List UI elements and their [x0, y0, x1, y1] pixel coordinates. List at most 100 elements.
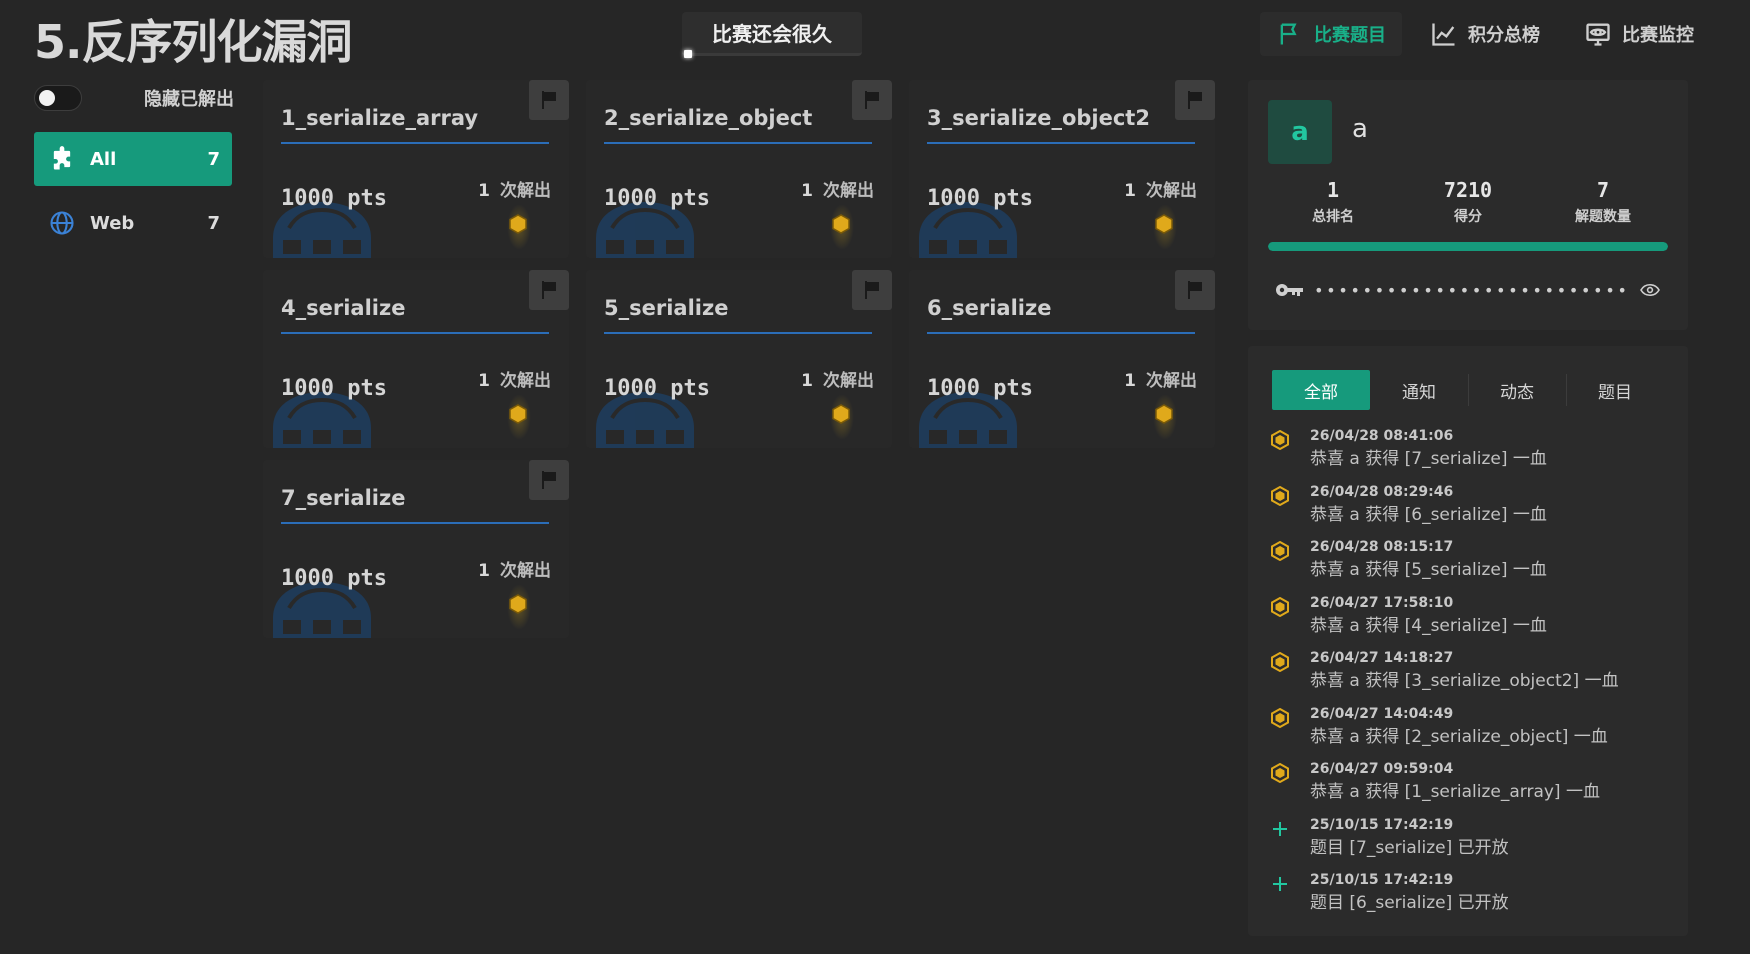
solve-count: 1 [1124, 371, 1136, 391]
tab-challenge[interactable]: 题目 [1566, 370, 1664, 410]
challenge-points: 1000 pts [604, 376, 710, 401]
challenge-card[interactable]: 7_serialize 1000 pts 1 次解出 [263, 460, 569, 638]
first-blood-icon [1271, 430, 1289, 450]
solve-progress-bar [1268, 242, 1668, 251]
nav-challenges[interactable]: 比赛题目 [1260, 12, 1402, 56]
toggle-knob [39, 90, 55, 106]
first-blood-medal-icon [1155, 404, 1173, 424]
challenge-solves: 1 次解出 [1124, 176, 1197, 201]
challenge-points: 1000 pts [927, 376, 1033, 401]
challenge-points: 1000 pts [604, 186, 710, 211]
category-all[interactable]: All 7 [34, 132, 232, 186]
event-message: 恭喜 a 获得 [5_serialize] 一血 [1310, 560, 1547, 580]
solve-label: 次解出 [1146, 371, 1197, 391]
challenge-name: 6_serialize [927, 296, 1195, 334]
stat-score-label: 得分 [1454, 209, 1482, 225]
category-web-label: Web [90, 212, 135, 234]
challenge-name: 5_serialize [604, 296, 872, 334]
event-message: 恭喜 a 获得 [6_serialize] 一血 [1310, 504, 1547, 525]
challenge-points: 1000 pts [927, 186, 1033, 211]
solve-label: 次解出 [1146, 181, 1197, 201]
solve-count: 1 [478, 561, 490, 581]
tab-activity[interactable]: 动态 [1468, 370, 1566, 410]
first-blood-medal-icon [509, 594, 527, 614]
team-token: •••••••••••••••••••••••••••••• [1314, 280, 1632, 300]
challenge-card[interactable]: 4_serialize 1000 pts 1 次解出 [263, 270, 569, 448]
puzzle-icon [53, 146, 71, 170]
event-time: 26/04/27 14:04:49 [1310, 705, 1454, 722]
stat-score: 7210 得分 [1413, 178, 1523, 226]
event-time: 26/04/28 08:29:46 [1310, 483, 1454, 500]
nav-scoreboard[interactable]: 积分总榜 [1414, 12, 1556, 56]
first-blood-icon [1271, 707, 1289, 728]
token-row: •••••••••••••••••••••••••••••• [1276, 278, 1660, 302]
event-item: 26/04/28 08:41:06 恭喜 a 获得 [7_serialize] 一… [1268, 426, 1678, 482]
challenge-points: 1000 pts [281, 186, 387, 211]
stat-solved-label: 解题数量 [1575, 209, 1631, 225]
eye-icon[interactable] [1640, 283, 1660, 297]
countdown-indicator [684, 50, 692, 58]
event-list: 26/04/28 08:41:06 恭喜 a 获得 [7_serialize] 一… [1268, 426, 1678, 926]
event-message: 恭喜 a 获得 [3_serialize_object2] 一血 [1310, 671, 1619, 691]
challenge-name: 7_serialize [281, 486, 549, 524]
event-time: 26/04/27 09:59:04 [1310, 761, 1454, 777]
challenge-card[interactable]: 6_serialize 1000 pts 1 次解出 [909, 270, 1215, 448]
notice-tabs: 全部 通知 动态 题目 [1272, 370, 1664, 410]
challenge-name: 2_serialize_object [604, 106, 872, 144]
hide-solved-toggle[interactable] [34, 85, 82, 111]
countdown-text: 比赛还会很久 [712, 22, 832, 46]
challenge-card[interactable]: 1_serialize_array 1000 pts 1 次解出 [263, 80, 569, 258]
first-blood-icon [1271, 485, 1289, 506]
event-message: 恭喜 a 获得 [7_serialize] 一血 [1310, 449, 1547, 469]
first-blood-medal-icon [509, 214, 527, 234]
solve-count: 1 [478, 371, 490, 391]
hide-solved-row: 隐藏已解出 [34, 84, 234, 112]
first-blood-medal-icon [1155, 214, 1173, 234]
first-blood-icon [1271, 596, 1289, 617]
tab-all[interactable]: 全部 [1272, 370, 1370, 410]
solve-count: 1 [478, 181, 490, 201]
notice-panel: 全部 通知 动态 题目 26/04/28 08:41:06 恭喜 a 获得 [7_… [1248, 346, 1688, 936]
event-message: 恭喜 a 获得 [1_serialize_array] 一血 [1310, 782, 1600, 802]
event-message: 恭喜 a 获得 [4_serialize] 一血 [1310, 615, 1547, 636]
solve-label: 次解出 [500, 181, 551, 201]
user-stats: 1 总排名 7210 得分 7 解题数量 [1268, 178, 1668, 226]
challenge-card[interactable]: 3_serialize_object2 1000 pts 1 次解出 [909, 80, 1215, 258]
monitor-eye-icon [1586, 23, 1610, 46]
solve-progress-fill [1268, 242, 1668, 251]
event-item: 26/04/28 08:29:46 恭喜 a 获得 [6_serialize] 一… [1268, 482, 1678, 538]
nav-monitor[interactable]: 比赛监控 [1568, 12, 1710, 56]
event-message: 题目 [6_serialize] 已开放 [1310, 893, 1509, 913]
nav-monitor-label: 比赛监控 [1622, 25, 1694, 46]
challenge-solves: 1 次解出 [801, 176, 874, 201]
event-item: 26/04/28 08:15:17 恭喜 a 获得 [5_serialize] 一… [1268, 537, 1678, 593]
category-web[interactable]: Web 7 [34, 196, 232, 250]
first-blood-icon [1271, 541, 1289, 561]
flag-icon [1280, 23, 1297, 45]
challenge-points: 1000 pts [281, 376, 387, 401]
challenge-name: 3_serialize_object2 [927, 106, 1195, 144]
solve-count: 1 [1124, 181, 1136, 201]
category-list: All 7 Web 7 [34, 132, 232, 260]
plus-icon [1273, 877, 1287, 891]
event-item: 26/04/27 14:04:49 恭喜 a 获得 [2_serialize_ob… [1268, 704, 1678, 760]
challenge-name: 4_serialize [281, 296, 549, 334]
solve-label: 次解出 [500, 561, 551, 581]
username: a [1352, 114, 1368, 144]
stat-rank-label: 总排名 [1312, 209, 1354, 225]
event-time: 25/10/15 17:42:19 [1310, 816, 1454, 833]
challenge-card[interactable]: 2_serialize_object 1000 pts 1 次解出 [586, 80, 892, 258]
category-all-count: 7 [207, 148, 220, 170]
stat-rank-value: 1 [1326, 178, 1340, 202]
challenge-solves: 1 次解出 [478, 366, 551, 391]
solve-label: 次解出 [823, 181, 874, 201]
avatar: a [1268, 100, 1332, 164]
challenge-solves: 1 次解出 [478, 176, 551, 201]
challenge-card[interactable]: 5_serialize 1000 pts 1 次解出 [586, 270, 892, 448]
event-message: 恭喜 a 获得 [2_serialize_object] 一血 [1310, 726, 1608, 747]
first-blood-icon [1271, 652, 1289, 672]
top-nav: 比赛题目 积分总榜 比赛监控 [1260, 12, 1710, 56]
tab-notice[interactable]: 通知 [1370, 370, 1468, 410]
stat-score-value: 7210 [1443, 178, 1493, 202]
event-item: 25/10/15 17:42:19 题目 [6_serialize] 已开放 [1268, 870, 1678, 926]
